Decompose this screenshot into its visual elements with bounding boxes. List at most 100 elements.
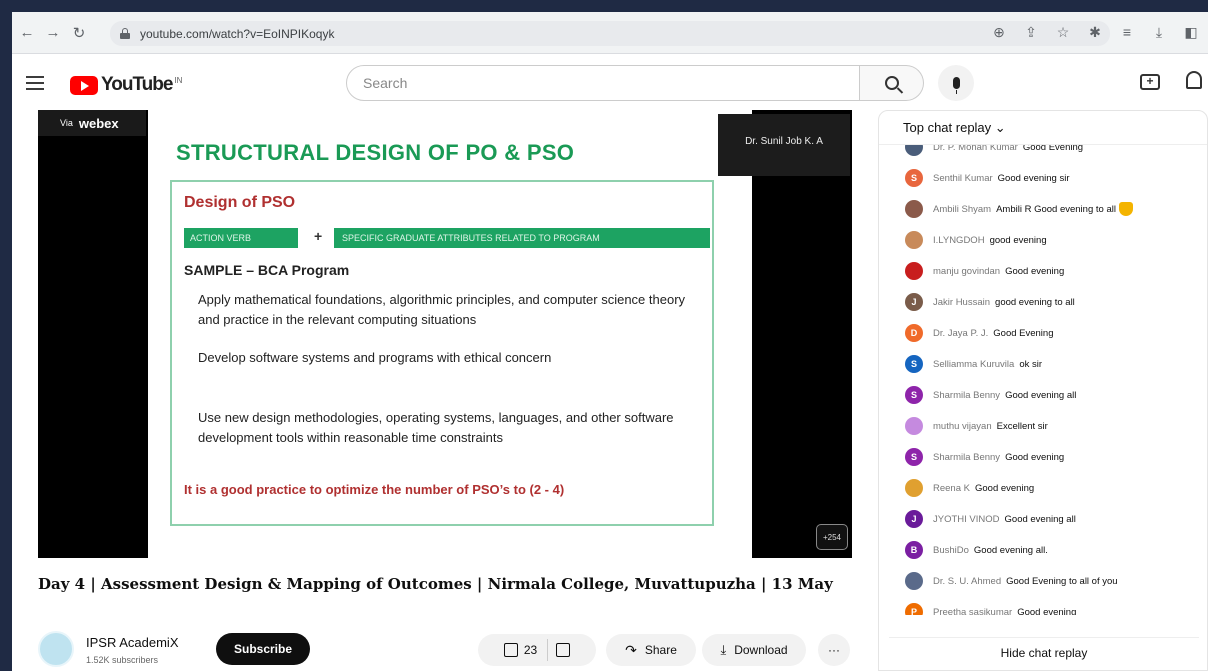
chat-author-name[interactable]: JYOTHI VINOD xyxy=(933,514,1000,525)
webex-overlay: Via webex xyxy=(38,110,146,136)
back-arrow-icon[interactable]: ← xyxy=(16,22,38,44)
chat-author-avatar[interactable]: S xyxy=(905,169,923,187)
create-video-icon[interactable]: + xyxy=(1140,74,1160,90)
url-text: youtube.com/watch?v=EoINPIKoqyk xyxy=(140,26,335,41)
chat-author-avatar[interactable]: S xyxy=(905,448,923,466)
chat-author-avatar[interactable] xyxy=(905,200,923,218)
side-panel-icon[interactable]: ◧ xyxy=(1182,24,1200,41)
webex-via-label: Via xyxy=(60,118,73,128)
chat-author-avatar[interactable]: S xyxy=(905,355,923,373)
chat-message-text: good evening xyxy=(989,234,1047,246)
chat-message: B BushiDo Good evening all. xyxy=(905,538,1048,562)
browser-toolbar: ← → ↻ youtube.com/watch?v=EoINPIKoqyk ⊕ … xyxy=(12,12,1208,54)
chat-author-name[interactable]: Sharmila Benny xyxy=(933,390,1000,401)
hide-chat-replay-button[interactable]: Hide chat replay xyxy=(889,637,1199,667)
chat-author-avatar[interactable]: P xyxy=(905,603,923,615)
chat-message-text: Good evening xyxy=(974,482,1035,494)
channel-name[interactable]: IPSR AcademiX xyxy=(86,635,179,650)
youtube-header: YouTube IN Search + xyxy=(12,55,1208,109)
chat-message: Dr. P. Mohan Kumar Good Evening xyxy=(905,145,1083,159)
chat-author-avatar[interactable]: J xyxy=(905,293,923,311)
chat-author-name[interactable]: I.LYNGDOH xyxy=(933,235,985,246)
chat-message-list[interactable]: Dr. P. Mohan Kumar Good Evening S Senthil K… xyxy=(879,145,1207,615)
reading-list-icon[interactable]: ≡ xyxy=(1118,24,1136,41)
chat-author-name[interactable]: BushiDo xyxy=(933,545,969,556)
chat-author-name[interactable]: manju govindan xyxy=(933,266,1000,277)
presenter-tile: Dr. Sunil Job K. A xyxy=(718,114,850,176)
chat-message-text: good evening to all xyxy=(995,296,1075,308)
more-actions-button[interactable]: ··· xyxy=(818,634,850,666)
browser-extension-icons: ⊕ ⇪ ☆ ✱ ≡ ⤓ ◧ xyxy=(990,24,1200,41)
chat-author-avatar[interactable]: D xyxy=(905,324,923,342)
hamburger-menu-icon[interactable] xyxy=(26,76,44,90)
bookmark-star-icon[interactable]: ☆ xyxy=(1054,24,1072,41)
like-count: 23 xyxy=(523,643,538,657)
chat-author-avatar[interactable]: B xyxy=(905,541,923,559)
slide-title: STRUCTURAL DESIGN OF PO & PSO xyxy=(176,140,575,165)
chat-author-avatar[interactable] xyxy=(905,479,923,497)
chat-author-name[interactable]: Senthil Kumar xyxy=(933,173,993,184)
chat-author-avatar[interactable]: J xyxy=(905,510,923,528)
youtube-logo[interactable]: YouTube IN xyxy=(70,74,182,96)
voice-search-button[interactable] xyxy=(938,65,974,101)
chat-message-text: ok sir xyxy=(1019,358,1043,370)
chat-message: I.LYNGDOH good evening xyxy=(905,228,1047,252)
plus-sign: + xyxy=(314,228,323,244)
chat-author-name[interactable]: muthu vijayan xyxy=(933,421,992,432)
chat-author-name[interactable]: Reena K xyxy=(933,483,970,494)
chat-mode-selector[interactable]: Top chat replay ⌄ xyxy=(879,111,1207,145)
chat-replay-panel: Top chat replay ⌄ Dr. P. Mohan Kumar Good… xyxy=(878,110,1208,671)
region-code: IN xyxy=(174,75,183,85)
share-button[interactable]: ↷ Share xyxy=(606,634,696,666)
thumbs-down-icon[interactable] xyxy=(556,643,571,657)
youtube-play-icon xyxy=(70,75,98,95)
chat-message-text: Excellent sir xyxy=(996,420,1048,432)
chat-author-avatar[interactable] xyxy=(905,417,923,435)
address-bar[interactable]: youtube.com/watch?v=EoINPIKoqyk xyxy=(110,21,1110,46)
chat-message: J JYOTHI VINOD Good evening all xyxy=(905,507,1076,531)
extensions-puzzle-icon[interactable]: ✱ xyxy=(1086,24,1104,41)
lock-icon xyxy=(120,28,130,39)
search-button[interactable] xyxy=(860,65,924,101)
channel-avatar[interactable] xyxy=(38,631,74,667)
slide-bullet: Apply mathematical foundations, algorith… xyxy=(198,292,686,327)
microphone-icon xyxy=(952,77,960,94)
search-icon xyxy=(884,76,899,90)
subscribe-button[interactable]: Subscribe xyxy=(216,633,310,665)
reload-icon[interactable]: ↻ xyxy=(68,22,90,44)
youtube-logo-text: YouTube xyxy=(101,74,173,95)
chat-author-avatar[interactable] xyxy=(905,572,923,590)
like-button[interactable]: 23 xyxy=(503,639,549,661)
google-lens-icon[interactable]: ⊕ xyxy=(990,24,1008,41)
chat-author-name[interactable]: Dr. P. Mohan Kumar xyxy=(933,145,1018,153)
forward-arrow-icon[interactable]: → xyxy=(42,22,64,44)
chat-author-avatar[interactable]: S xyxy=(905,386,923,404)
chat-author-name[interactable]: Sharmila Benny xyxy=(933,452,1000,463)
chat-message: Reena K Good evening xyxy=(905,476,1034,500)
video-player[interactable]: Via webex STRUCTURAL DESIGN OF PO & PSO … xyxy=(38,110,852,558)
chat-message: manju govindan Good evening xyxy=(905,259,1064,283)
chat-message: P Preetha sasikumar Good evening xyxy=(905,600,1076,615)
chat-message-text: Good Evening to all of you xyxy=(1006,575,1118,587)
chat-author-avatar[interactable] xyxy=(905,145,923,156)
chat-author-name[interactable]: Preetha sasikumar xyxy=(933,607,1012,616)
chat-author-avatar[interactable] xyxy=(905,231,923,249)
chat-author-name[interactable]: Dr. Jaya P. J. xyxy=(933,328,988,339)
search-input[interactable]: Search xyxy=(346,65,860,101)
chat-message: Dr. S. U. Ahmed Good Evening to all of yo… xyxy=(905,569,1118,593)
share-page-icon[interactable]: ⇪ xyxy=(1022,24,1040,41)
chat-author-name[interactable]: Selliamma Kuruvila xyxy=(933,359,1014,370)
chat-author-name[interactable]: Dr. S. U. Ahmed xyxy=(933,576,1001,587)
chat-message: Ambili Shyam Ambili R Good evening to all xyxy=(905,197,1133,221)
downloads-icon[interactable]: ⤓ xyxy=(1150,24,1168,41)
chat-author-name[interactable]: Jakir Hussain xyxy=(933,297,990,308)
download-button[interactable]: ⤓ Download xyxy=(702,634,806,666)
chat-author-avatar[interactable] xyxy=(905,262,923,280)
chat-message: S Sharmila Benny Good evening all xyxy=(905,383,1076,407)
thumbs-up-icon xyxy=(503,643,518,657)
chat-author-name[interactable]: Ambili Shyam xyxy=(933,204,991,215)
chat-message: muthu vijayan Excellent sir xyxy=(905,414,1048,438)
chat-message-text: Good Evening xyxy=(1022,145,1084,153)
chat-message: D Dr. Jaya P. J. Good Evening xyxy=(905,321,1053,345)
notifications-bell-icon[interactable] xyxy=(1186,71,1202,89)
